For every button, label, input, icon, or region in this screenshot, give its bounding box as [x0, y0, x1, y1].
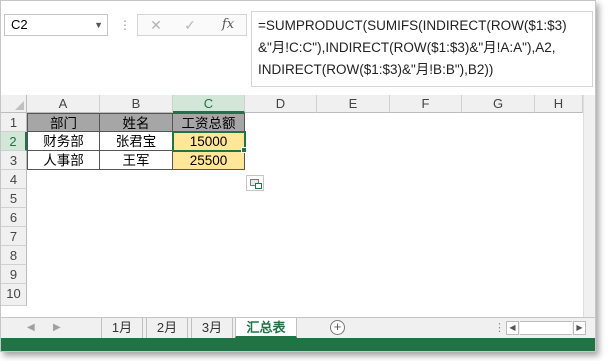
add-sheet-icon[interactable]: + — [330, 320, 345, 335]
column-header-b[interactable]: B — [100, 95, 173, 113]
select-all-corner[interactable] — [1, 95, 27, 113]
column-header-g[interactable]: G — [462, 95, 535, 113]
insert-function-icon[interactable]: fx — [216, 15, 240, 35]
cell-b1[interactable]: 姓名 — [100, 113, 173, 132]
quick-analysis-icon[interactable] — [246, 175, 264, 191]
cell-c2[interactable]: 15000 — [172, 131, 246, 152]
row-header-4[interactable]: 4 — [1, 170, 27, 189]
name-box[interactable]: C2 ▼ — [4, 14, 108, 36]
row-header-3[interactable]: 3 — [1, 151, 27, 170]
cell-b3[interactable]: 王军 — [100, 151, 173, 170]
horizontal-scrollbar[interactable] — [520, 321, 572, 335]
row-header-6[interactable]: 6 — [1, 208, 27, 227]
cancel-icon[interactable]: ✕ — [144, 15, 168, 35]
tab-sheet-3[interactable]: 3月 — [191, 318, 233, 338]
row-header-1[interactable]: 1 — [1, 113, 27, 132]
row-header-2[interactable]: 2 — [1, 132, 27, 151]
drag-handle-icon[interactable]: ⋮ — [494, 322, 505, 334]
cell-c1[interactable]: 工资总额 — [173, 113, 245, 132]
column-header-d[interactable]: D — [245, 95, 317, 113]
chevron-down-icon[interactable]: ▼ — [94, 15, 103, 35]
tab-sheet-2[interactable]: 2月 — [146, 318, 188, 338]
status-bar — [1, 338, 595, 351]
formula-buttons: ✕ ✓ fx — [137, 14, 247, 36]
cell-a1[interactable]: 部门 — [27, 113, 100, 132]
tab-sheet-1[interactable]: 1月 — [101, 318, 143, 338]
row-header-10[interactable]: 10 — [1, 284, 27, 306]
name-box-value: C2 — [11, 17, 28, 32]
cell-a3[interactable]: 人事部 — [27, 151, 100, 170]
enter-icon[interactable]: ✓ — [178, 15, 202, 35]
drag-handle-icon[interactable]: ⋮ — [119, 15, 131, 35]
scroll-right-icon[interactable]: ▶ — [573, 321, 586, 335]
tab-scroll-right-icon[interactable]: ▶ — [53, 320, 61, 336]
column-header-h[interactable]: H — [535, 95, 583, 113]
row-header-7[interactable]: 7 — [1, 227, 27, 246]
column-header-a[interactable]: A — [27, 95, 100, 113]
vertical-scrollbar[interactable] — [583, 95, 595, 319]
excel-window: C2 ▼ ⋮ ✕ ✓ fx =SUMPRODUCT(SUMIFS(INDIREC… — [0, 0, 596, 352]
row-header-8[interactable]: 8 — [1, 246, 27, 265]
cell-b2[interactable]: 张君宝 — [100, 132, 173, 151]
scroll-left-icon[interactable]: ◀ — [506, 321, 519, 335]
cell-c3[interactable]: 25500 — [173, 151, 245, 170]
column-header-f[interactable]: F — [390, 95, 462, 113]
formula-input[interactable]: =SUMPRODUCT(SUMIFS(INDIRECT(ROW($1:$3) &… — [251, 11, 593, 87]
row-header-5[interactable]: 5 — [1, 189, 27, 208]
formula-bar: C2 ▼ ⋮ ✕ ✓ fx =SUMPRODUCT(SUMIFS(INDIREC… — [1, 1, 595, 91]
worksheet-grid: A B C D E F G H 1 2 3 4 5 6 7 8 9 10 部门 … — [1, 95, 595, 317]
sheet-tabs-bar: ◀ ▶ 1月 2月 3月 汇总表 + ⋮ ◀ ▶ — [1, 317, 595, 338]
column-header-e[interactable]: E — [317, 95, 390, 113]
cell-a2[interactable]: 财务部 — [27, 132, 100, 151]
column-header-c[interactable]: C — [173, 95, 245, 113]
tab-sheet-summary[interactable]: 汇总表 — [235, 318, 297, 338]
fill-handle[interactable] — [241, 147, 247, 153]
tab-scroll-left-icon[interactable]: ◀ — [27, 320, 35, 336]
row-header-9[interactable]: 9 — [1, 265, 27, 284]
